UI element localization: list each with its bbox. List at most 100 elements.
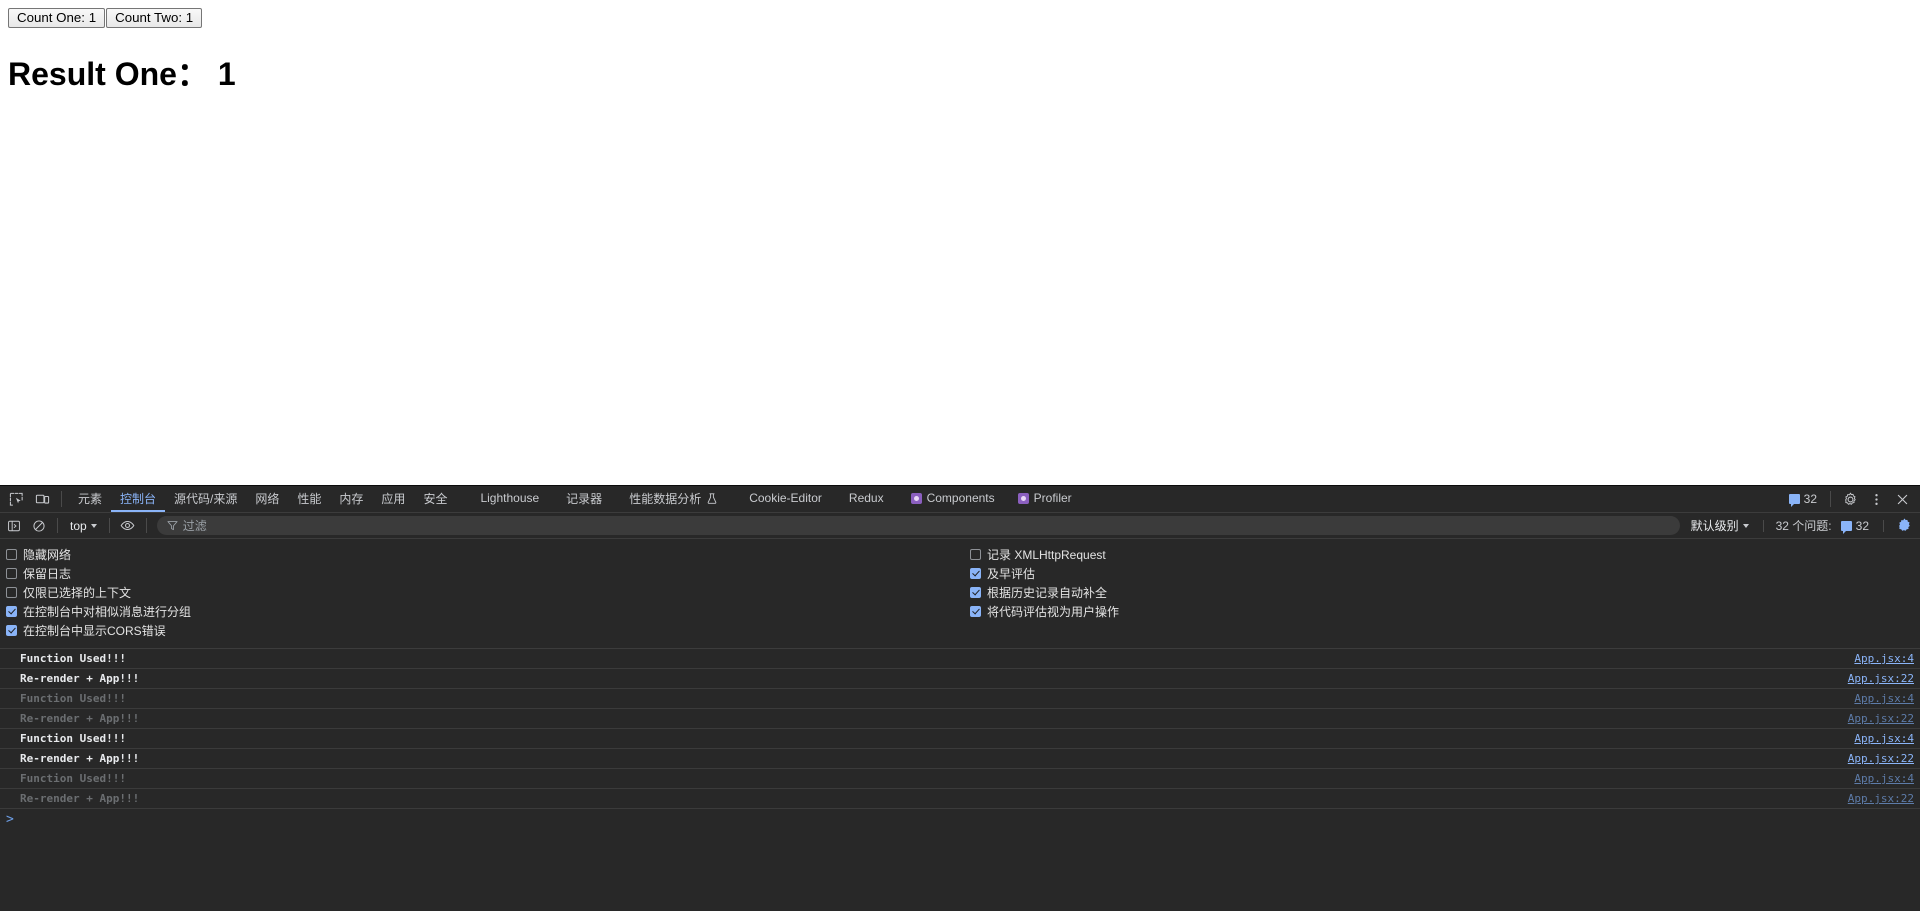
tab-redux[interactable]: Redux (831, 486, 893, 512)
setting-autocomplete-from-history[interactable]: 根据历史记录自动补全 (970, 583, 1920, 602)
console-message-list[interactable]: Function Used!!! App.jsx:4 Re-render + A… (0, 649, 1920, 911)
more-options-icon[interactable] (1864, 488, 1888, 510)
console-sidebar-toggle-icon[interactable] (2, 515, 26, 537)
console-message-text: Function Used!!! (20, 652, 126, 665)
devtools-tabbar: 元素 控制台 源代码/来源 网络 性能 内存 应用 安全 Lighthouse … (0, 486, 1920, 513)
checkbox[interactable] (970, 606, 981, 617)
checkbox[interactable] (6, 606, 17, 617)
tab-security[interactable]: 安全 (414, 486, 456, 512)
react-icon (1017, 492, 1029, 504)
setting-label: 在控制台中显示CORS错误 (23, 624, 166, 638)
tab-sources[interactable]: 源代码/来源 (165, 486, 246, 512)
console-settings-gear-icon[interactable] (1892, 515, 1916, 537)
tab-elements[interactable]: 元素 (69, 486, 111, 512)
tab-label: 控制台 (120, 491, 157, 506)
tab-label: Components (926, 491, 995, 505)
setting-evaluate-as-user-action[interactable]: 将代码评估视为用户操作 (970, 602, 1920, 621)
tab-lighthouse[interactable]: Lighthouse (456, 486, 548, 512)
tab-application[interactable]: 应用 (372, 486, 414, 512)
console-message-text: Re-render + App!!! (20, 712, 140, 725)
chevron-down-icon (1742, 523, 1749, 528)
setting-selected-context-only[interactable]: 仅限已选择的上下文 (6, 583, 970, 602)
checkbox[interactable] (970, 568, 981, 579)
setting-label: 隐藏网络 (23, 548, 72, 562)
tab-recorder[interactable]: 记录器 (548, 486, 611, 512)
console-message-source-link[interactable]: App.jsx:22 (1836, 752, 1914, 765)
tab-label: Redux (848, 491, 884, 505)
execution-context-value: top (70, 518, 87, 533)
console-message-source-link[interactable]: App.jsx:22 (1836, 672, 1914, 685)
console-message-row[interactable]: Function Used!!! App.jsx:4 (0, 729, 1920, 749)
clear-console-icon[interactable] (27, 515, 51, 537)
filter-placeholder: 过滤 (182, 519, 207, 533)
console-message-text: Function Used!!! (20, 772, 126, 785)
tab-network[interactable]: 网络 (246, 486, 288, 512)
checkbox[interactable] (6, 549, 17, 560)
tab-label: 应用 (381, 491, 406, 506)
checkbox[interactable] (6, 587, 17, 598)
tab-label: 源代码/来源 (174, 491, 238, 506)
console-prompt-input[interactable] (20, 812, 1920, 828)
console-message-source-link[interactable]: App.jsx:4 (1842, 732, 1914, 745)
setting-log-xmlhttprequests[interactable]: 记录 XMLHttpRequest (970, 545, 1920, 564)
prompt-chevron-icon: > (6, 812, 14, 827)
console-message-source-link[interactable]: App.jsx:4 (1842, 652, 1914, 665)
console-filter-input[interactable]: 过滤 (156, 516, 1680, 535)
flask-icon (706, 492, 718, 504)
console-message-text: Re-render + App!!! (20, 672, 140, 685)
issues-count-badge[interactable]: 32 (1835, 519, 1875, 534)
console-message-row[interactable]: Function Used!!! App.jsx:4 (0, 649, 1920, 669)
live-expressions-eye-icon[interactable] (116, 515, 140, 537)
tab-label: Cookie-Editor (749, 491, 822, 505)
checkbox[interactable] (6, 625, 17, 636)
checkbox[interactable] (970, 587, 981, 598)
setting-group-similar[interactable]: 在控制台中对相似消息进行分组 (6, 602, 970, 621)
counter-button-row: Count One: 1 Count Two: 1 (8, 8, 1912, 28)
tab-label: 性能 (297, 491, 322, 506)
tab-memory[interactable]: 内存 (330, 486, 372, 512)
inspect-element-icon[interactable] (4, 488, 28, 510)
devtools-panel: 元素 控制台 源代码/来源 网络 性能 内存 应用 安全 Lighthouse … (0, 485, 1920, 911)
console-message-row[interactable]: Re-render + App!!! App.jsx:22 (0, 669, 1920, 689)
console-message-row[interactable]: Re-render + App!!! App.jsx:22 (0, 749, 1920, 769)
console-message-row[interactable]: Re-render + App!!! App.jsx:22 (0, 789, 1920, 809)
tab-label: 网络 (255, 491, 280, 506)
setting-label: 根据历史记录自动补全 (987, 586, 1108, 600)
checkbox[interactable] (6, 568, 17, 579)
tab-performance-insights[interactable]: 性能数据分析 (611, 486, 727, 512)
console-message-row[interactable]: Function Used!!! App.jsx:4 (0, 769, 1920, 789)
console-prompt[interactable]: > (0, 809, 1920, 830)
close-icon[interactable] (1890, 488, 1914, 510)
tab-components[interactable]: Components (893, 486, 1004, 512)
setting-label: 保留日志 (23, 567, 72, 581)
console-toolbar: top 过滤 默认级别 32 个问题: 32 (0, 513, 1920, 539)
execution-context-select[interactable]: top (64, 517, 103, 535)
console-message-source-link[interactable]: App.jsx:4 (1842, 692, 1914, 705)
chevron-down-icon (90, 523, 97, 528)
console-settings-panel: 隐藏网络 保留日志 仅限已选择的上下文 在控制台中对相似消息进行分组 在控制台中… (0, 539, 1920, 649)
gear-icon[interactable] (1838, 488, 1862, 510)
tab-cookie-editor[interactable]: Cookie-Editor (727, 486, 831, 512)
count-two-button[interactable]: Count Two: 1 (106, 8, 203, 28)
setting-eager-evaluation[interactable]: 及早评估 (970, 564, 1920, 583)
console-message-source-link[interactable]: App.jsx:4 (1842, 772, 1914, 785)
tab-label: 性能数据分析 (629, 491, 702, 506)
message-count-badge[interactable]: 32 (1783, 492, 1823, 507)
console-message-row[interactable]: Re-render + App!!! App.jsx:22 (0, 709, 1920, 729)
setting-show-cors-errors[interactable]: 在控制台中显示CORS错误 (6, 621, 970, 640)
tab-console[interactable]: 控制台 (111, 486, 166, 512)
tab-performance[interactable]: 性能 (288, 486, 330, 512)
checkbox[interactable] (970, 549, 981, 560)
device-toolbar-icon[interactable] (30, 488, 54, 510)
tab-label: Profiler (1033, 491, 1072, 505)
console-message-row[interactable]: Function Used!!! App.jsx:4 (0, 689, 1920, 709)
console-message-source-link[interactable]: App.jsx:22 (1836, 792, 1914, 805)
log-level-select[interactable]: 默认级别 (1685, 515, 1755, 536)
count-one-button[interactable]: Count One: 1 (8, 8, 106, 28)
tabbar-divider (1830, 491, 1831, 507)
setting-hide-network[interactable]: 隐藏网络 (6, 545, 970, 564)
setting-preserve-log[interactable]: 保留日志 (6, 564, 970, 583)
console-message-source-link[interactable]: App.jsx:22 (1836, 712, 1914, 725)
tab-profiler[interactable]: Profiler (1004, 486, 1081, 512)
setting-label: 及早评估 (987, 567, 1036, 581)
